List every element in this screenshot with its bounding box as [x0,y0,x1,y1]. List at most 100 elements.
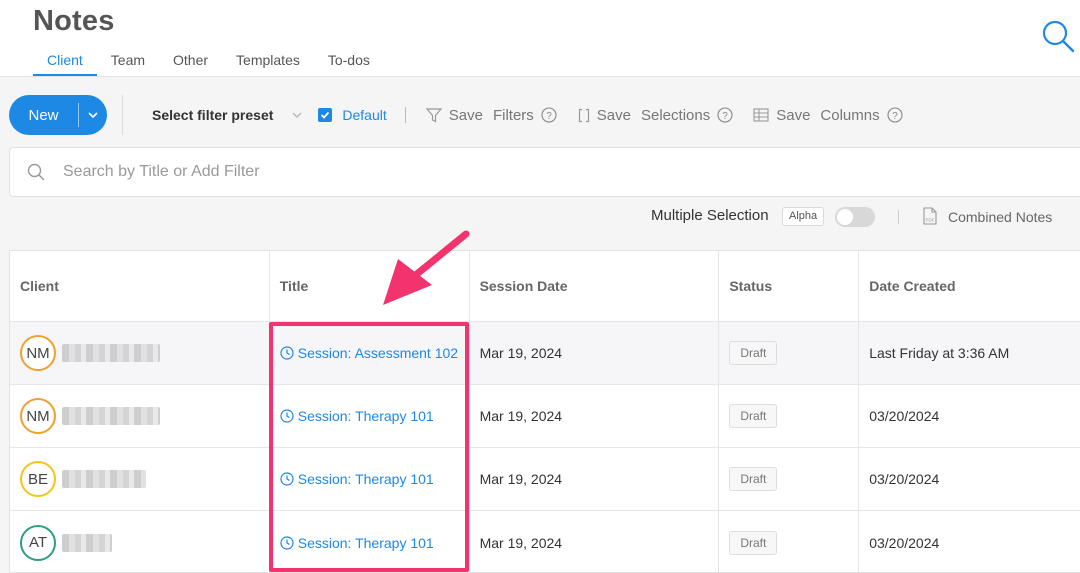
note-title: Session: Therapy 101 [297,471,434,487]
title-cell: Session: Therapy 101 [270,448,470,510]
note-title-link[interactable]: Session: Therapy 101 [280,471,434,487]
save-selections-button[interactable]: Save Selections ? [578,107,733,124]
clock-icon [280,472,294,486]
selection-bracket-icon [578,108,589,122]
note-title-link[interactable]: Session: Therapy 101 [280,535,434,551]
page-title: Notes [33,5,115,37]
columns-table-icon [753,108,769,122]
status-badge: Draft [729,341,778,365]
multiple-selection-toggle[interactable] [835,207,875,227]
search-placeholder: Search by Title or Add Filter [63,163,260,180]
note-title: Session: Therapy 101 [297,534,434,551]
avatar[interactable]: NM [20,398,56,434]
note-title-link[interactable]: Session: Therapy 101 [280,408,434,424]
svg-text:PDF: PDF [926,218,935,223]
session-date-cell: Mar 19, 2024 [470,385,720,447]
options-divider [898,210,899,224]
svg-text:?: ? [892,111,898,122]
help-icon[interactable]: ? [887,107,903,123]
status-cell: Draft [719,448,860,510]
default-preset-label[interactable]: Default [342,107,386,123]
save-selections-save: Save [596,106,631,124]
new-button-label: New [28,106,59,124]
redacted-client-name [62,407,160,425]
session-date-cell: Mar 19, 2024 [470,448,720,510]
toolbar-divider [122,95,123,135]
table-row[interactable]: NM Session: Therapy 101 Mar 19, 2024 Dra… [10,385,1080,448]
avatar[interactable]: NM [20,335,56,371]
svg-text:?: ? [722,111,728,122]
filter-preset-select[interactable]: Select filter preset [152,107,273,123]
help-icon[interactable]: ? [717,107,733,123]
clock-icon [280,409,294,423]
date-created-cell: 03/20/2024 [869,534,940,551]
tab-other[interactable]: Other [159,52,222,76]
status-badge: Draft [729,467,778,491]
notes-content: New Select filter preset Default Save Fi… [0,77,1080,573]
status-badge: Draft [729,530,778,555]
column-header-client[interactable]: Client [10,251,270,321]
new-button[interactable]: New [9,95,107,135]
save-columns-save: Save [776,106,811,124]
table-row[interactable]: BE Session: Therapy 101 Mar 19, 2024 Dra… [10,448,1080,511]
search-input[interactable]: Search by Title or Add Filter [9,147,1080,197]
note-title: Session: Assessment 102 [297,345,459,361]
status-cell: Draft [719,322,860,384]
column-header-title[interactable]: Title [270,251,470,321]
multiple-selection-label: Multiple Selection [651,207,769,224]
column-header-session-date[interactable]: Session Date [470,251,720,321]
list-options: Multiple Selection Alpha PDF Combined No… [0,205,1080,227]
save-columns-button[interactable]: Save Columns ? [753,106,903,124]
chevron-down-icon[interactable] [291,111,303,119]
pdf-file-icon[interactable]: PDF [922,207,938,230]
search-icon[interactable] [1040,19,1076,55]
session-date-cell: Mar 19, 2024 [470,322,720,384]
date-created-cell: 03/20/2024 [869,471,940,487]
table-row[interactable]: NM Session: Assessment 102 Mar 19, 2024 … [10,322,1080,385]
default-checkbox[interactable] [318,108,333,122]
client-cell: BE [10,448,270,510]
tab-todos[interactable]: To-dos [314,52,384,76]
clock-icon [280,535,294,550]
help-icon[interactable]: ? [541,107,557,123]
note-title-link[interactable]: Session: Assessment 102 [280,345,458,361]
save-filters-button[interactable]: Save Filters ? [425,106,557,124]
chevron-down-icon[interactable] [79,111,107,119]
client-cell: AT [10,511,270,573]
title-cell: Session: Therapy 101 [270,385,470,447]
search-icon [27,163,45,181]
toolbar: New Select filter preset Default Save Fi… [9,95,1080,135]
svg-text:?: ? [546,111,552,122]
status-badge: Draft [729,404,778,428]
filter-icon [425,107,442,122]
table-header-row: Client Title Session Date Status Date Cr… [10,251,1080,322]
combined-notes-button[interactable]: Combined Notes [948,209,1052,225]
tab-team[interactable]: Team [97,52,159,76]
toolbar-separator [404,107,406,123]
column-header-status[interactable]: Status [719,251,860,321]
tab-templates[interactable]: Templates [222,52,314,76]
save-filters-save: Save [448,106,483,124]
save-selections-label: Selections [641,106,711,124]
table-row[interactable]: AT Session: Therapy 101 Mar 19, 2024 Dra… [10,511,1080,573]
redacted-client-name [62,533,112,552]
title-cell: Session: Assessment 102 [270,322,470,384]
redacted-client-name [62,470,146,488]
page-header: Notes Client Team Other Templates To-dos [0,0,1080,77]
notes-tabs: Client Team Other Templates To-dos [33,52,384,77]
toggle-knob [837,209,853,225]
avatar[interactable]: AT [20,524,56,561]
notes-table: Client Title Session Date Status Date Cr… [9,250,1080,573]
redacted-client-name [62,344,160,362]
save-columns-label: Columns [820,106,880,124]
client-cell: NM [10,322,270,384]
column-header-date-created[interactable]: Date Created [859,251,1080,321]
avatar[interactable]: BE [20,461,56,497]
status-cell: Draft [719,511,860,573]
date-created-cell: Last Friday at 3:36 AM [869,345,1010,361]
clock-icon [280,346,294,360]
date-created-cell: 03/20/2024 [869,408,940,424]
tab-client[interactable]: Client [33,52,97,76]
client-cell: NM [10,385,270,447]
session-date-cell: Mar 19, 2024 [470,511,720,573]
